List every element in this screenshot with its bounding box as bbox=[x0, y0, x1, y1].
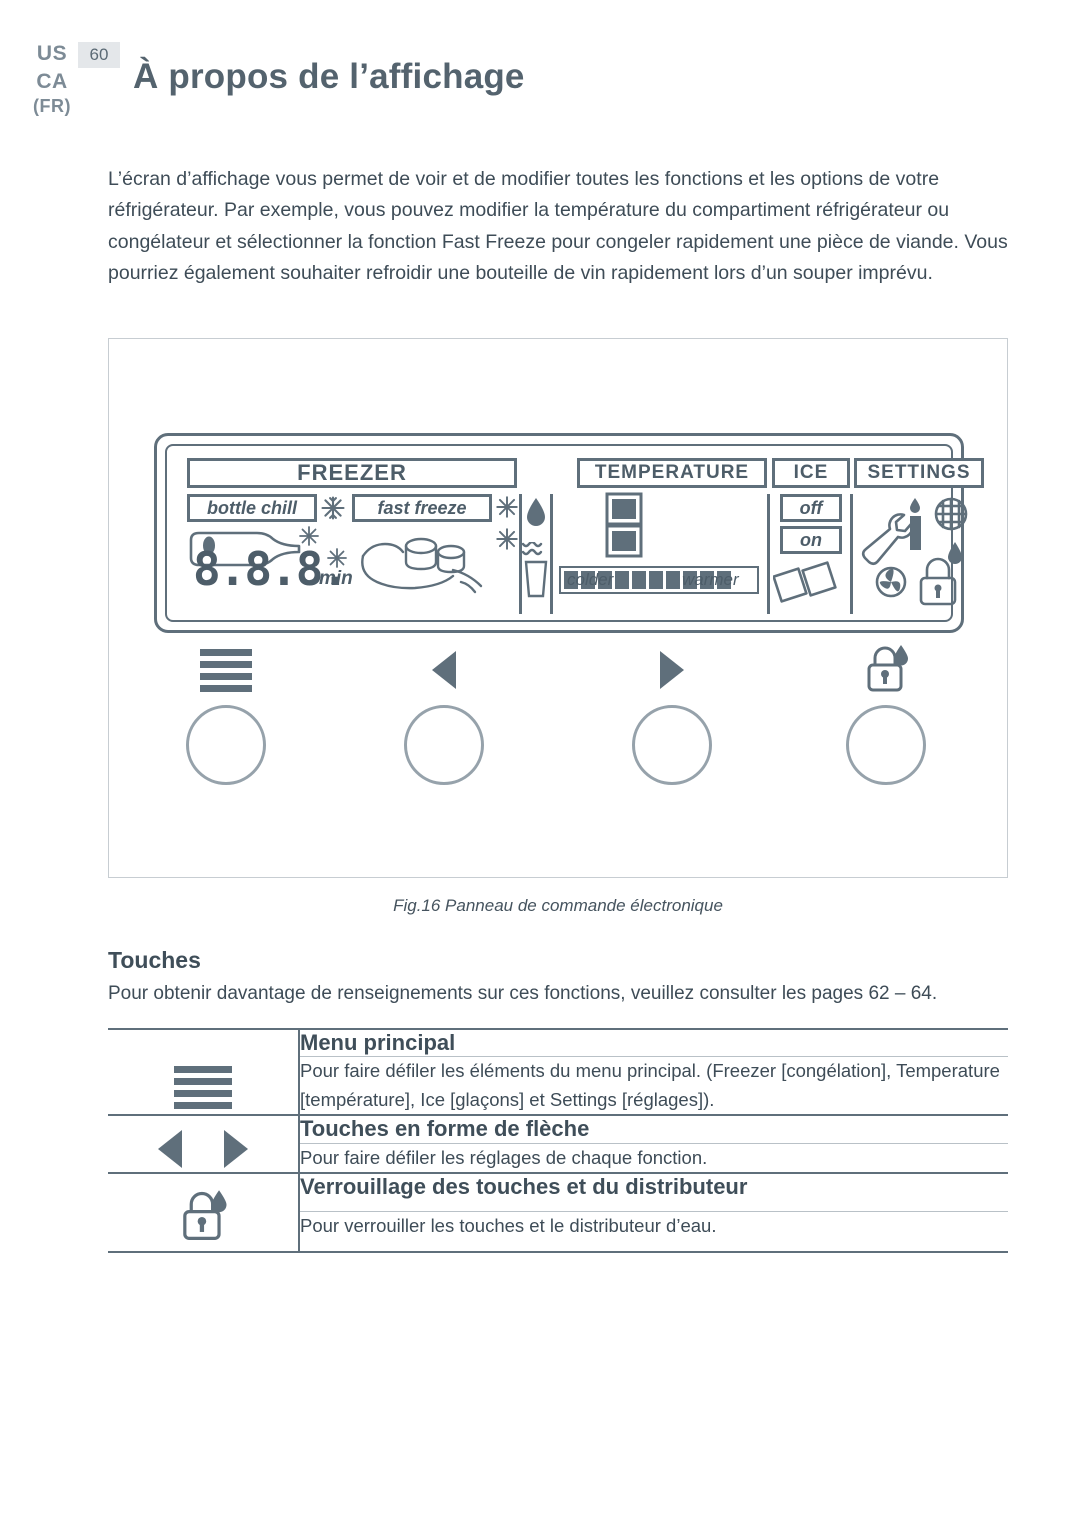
lock-icon bbox=[846, 643, 926, 702]
left-arrow-icon bbox=[158, 1130, 182, 1169]
water-glass-icon bbox=[521, 542, 548, 598]
row-heading-lock: Verrouillage des touches et du distribut… bbox=[299, 1172, 1008, 1211]
panel-divider-ice-settings bbox=[850, 494, 853, 614]
row-heading-arrow-keys: Touches en forme de flèche bbox=[299, 1114, 1008, 1143]
row-body-menu-principal: Pour faire défiler les éléments du menu … bbox=[299, 1056, 1008, 1116]
page: US CA (FR) 60 À propos de l’affichage L’… bbox=[0, 0, 1080, 1532]
intro-paragraph: L’écran d’affichage vous permet de voir … bbox=[108, 167, 1008, 285]
menu-icon bbox=[108, 1027, 300, 1116]
label-fast-freeze: fast freeze bbox=[352, 494, 492, 522]
menu-icon bbox=[186, 649, 266, 697]
label-bottle-chill: bottle chill bbox=[187, 494, 317, 522]
page-title: À propos de l’affichage bbox=[133, 57, 525, 97]
food-items-icon bbox=[361, 537, 483, 594]
row-heading-menu-principal: Menu principal bbox=[299, 1028, 1008, 1057]
right-arrow-button[interactable] bbox=[632, 705, 712, 785]
left-arrow-button[interactable] bbox=[404, 705, 484, 785]
panel-header-ice: ICE bbox=[772, 458, 850, 488]
table-row: Verrouillage des touches et du distribut… bbox=[108, 1172, 1008, 1253]
control-panel-inner-frame: FREEZER TEMPERATURE ICE SETTINGS bottle … bbox=[165, 444, 984, 622]
snowflake-icon bbox=[496, 496, 518, 518]
control-panel-illustration: FREEZER TEMPERATURE ICE SETTINGS bottle … bbox=[154, 433, 984, 633]
touches-table: Menu principal Pour faire défiler les él… bbox=[108, 1027, 1008, 1255]
temperature-setpoint-icon bbox=[605, 492, 643, 558]
locale-block: US CA (FR) bbox=[24, 40, 80, 119]
panel-buttons-row bbox=[154, 645, 964, 799]
left-arrow-icon bbox=[404, 647, 484, 698]
figure-caption: Fig.16 Panneau de commande électronique bbox=[393, 896, 723, 915]
panel-header-settings: SETTINGS bbox=[854, 458, 984, 488]
label-colder: colder bbox=[567, 570, 614, 589]
right-arrow-icon bbox=[632, 647, 712, 698]
label-ice-on: on bbox=[780, 526, 842, 554]
panel-header-freezer: FREEZER bbox=[187, 458, 517, 488]
right-arrow-icon bbox=[224, 1130, 248, 1169]
settings-icons-group bbox=[861, 497, 968, 606]
section-title-touches: Touches bbox=[108, 947, 201, 973]
figure-frame: FREEZER TEMPERATURE ICE SETTINGS bottle … bbox=[108, 338, 1008, 878]
label-ice-off: off bbox=[780, 494, 842, 522]
locale-fr: (FR) bbox=[33, 96, 71, 117]
locale-ca: CA bbox=[36, 69, 68, 93]
timer-unit-label: min bbox=[319, 568, 353, 589]
ice-cubes-icon bbox=[773, 561, 837, 603]
table-row: Menu principal bbox=[108, 1027, 1008, 1116]
lock-button[interactable] bbox=[846, 705, 926, 785]
arrow-keys-icon bbox=[108, 1114, 300, 1174]
table-bottom-border bbox=[108, 1251, 1008, 1255]
row-body-arrow-keys: Pour faire défiler les réglages de chaqu… bbox=[299, 1142, 1008, 1174]
water-drop-icon bbox=[527, 498, 545, 526]
row-body-lock: Pour verrouiller les touches et le distr… bbox=[299, 1210, 1008, 1253]
panel-header-temperature: TEMPERATURE bbox=[577, 458, 767, 488]
label-warmer: warmer bbox=[682, 570, 739, 589]
snowflake-icon bbox=[321, 496, 345, 520]
snowflake-icon bbox=[496, 528, 518, 550]
menu-button[interactable] bbox=[186, 705, 266, 785]
table-row: Touches en forme de flèche bbox=[108, 1114, 1008, 1174]
page-number: 60 bbox=[78, 42, 120, 68]
locale-us: US bbox=[36, 42, 68, 65]
section-subtitle-touches: Pour obtenir davantage de renseignements… bbox=[108, 983, 938, 1004]
panel-divider-temp-ice bbox=[767, 494, 770, 614]
lock-icon bbox=[108, 1172, 300, 1253]
